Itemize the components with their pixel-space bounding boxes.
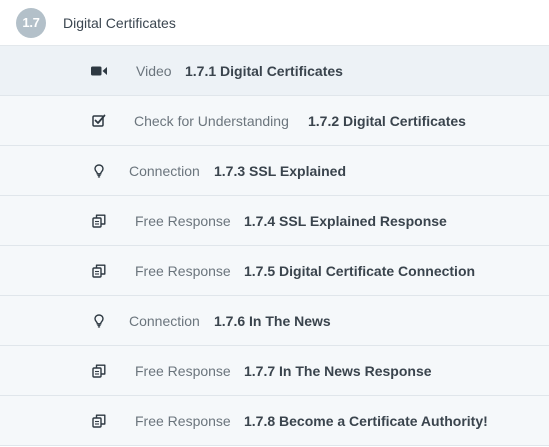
lesson-type: Check for Understanding — [134, 112, 289, 129]
video-camera-icon — [90, 62, 108, 80]
lightbulb-icon — [90, 312, 108, 330]
lesson-title[interactable]: 1.7.4 SSL Explained Response — [244, 213, 447, 229]
lightbulb-icon — [90, 162, 108, 180]
lesson-title[interactable]: 1.7.3 SSL Explained — [214, 163, 346, 179]
module-title: Digital Certificates — [63, 14, 176, 31]
lesson-item[interactable]: Connection 1.7.6 In The News — [0, 296, 549, 346]
copy-document-icon — [90, 362, 108, 380]
lesson-title[interactable]: 1.7.6 In The News — [214, 313, 331, 329]
lesson-title[interactable]: 1.7.5 Digital Certificate Connection — [244, 263, 475, 279]
lesson-list: Video 1.7.1 Digital Certificates Check f… — [0, 46, 549, 446]
lesson-item[interactable]: Free Response 1.7.8 Become a Certificate… — [0, 396, 549, 446]
lesson-title[interactable]: 1.7.8 Become a Certificate Authority! — [244, 413, 488, 429]
lesson-item[interactable]: Video 1.7.1 Digital Certificates — [0, 46, 549, 96]
module-header[interactable]: 1.7 Digital Certificates — [0, 0, 549, 46]
lesson-type: Connection — [129, 162, 200, 179]
lesson-item[interactable]: Connection 1.7.3 SSL Explained — [0, 146, 549, 196]
copy-document-icon — [90, 262, 108, 280]
lesson-item[interactable]: Free Response 1.7.5 Digital Certificate … — [0, 246, 549, 296]
module-number-badge: 1.7 — [16, 7, 46, 38]
lesson-type: Free Response — [135, 212, 231, 229]
lesson-title[interactable]: 1.7.2 Digital Certificates — [308, 113, 466, 129]
copy-document-icon — [90, 412, 108, 430]
lesson-type: Free Response — [135, 412, 231, 429]
lesson-type: Free Response — [135, 362, 231, 379]
lesson-type: Connection — [129, 312, 200, 329]
lesson-item[interactable]: Check for Understanding 1.7.2 Digital Ce… — [0, 96, 549, 146]
lesson-type: Free Response — [135, 262, 231, 279]
checkbox-icon — [90, 112, 108, 130]
module-panel: 1.7 Digital Certificates Video 1.7.1 Dig… — [0, 0, 549, 447]
lesson-type: Video — [136, 62, 172, 79]
lesson-item[interactable]: Free Response 1.7.7 In The News Response — [0, 346, 549, 396]
lesson-title[interactable]: 1.7.1 Digital Certificates — [185, 63, 343, 79]
lesson-title[interactable]: 1.7.7 In The News Response — [244, 363, 432, 379]
copy-document-icon — [90, 212, 108, 230]
lesson-item[interactable]: Free Response 1.7.4 SSL Explained Respon… — [0, 196, 549, 246]
